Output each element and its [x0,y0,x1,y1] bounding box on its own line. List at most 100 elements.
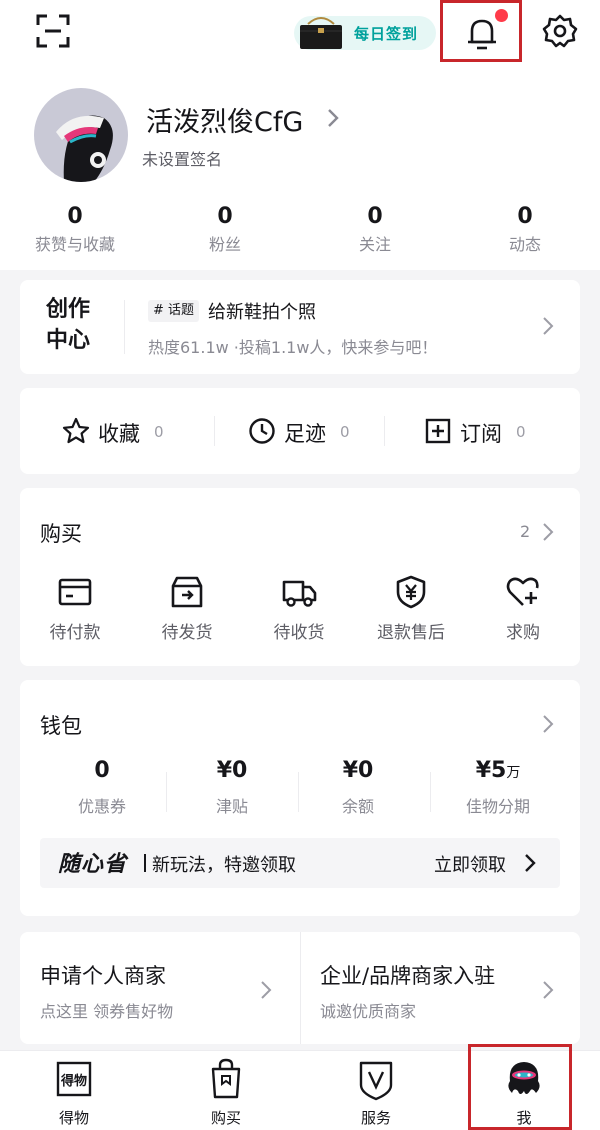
merchant-title: 企业/品牌商家入驻 [320,964,496,988]
wallet-balance[interactable]: ¥0 余额 [288,758,428,817]
clock-icon [249,418,275,444]
plus-square-icon [425,418,451,444]
stat-value: 0 [517,204,533,229]
wallet-coupons[interactable]: 0 优惠券 [32,758,172,817]
top-bar: 每日签到 [0,0,600,70]
shopping-bag-icon [211,1058,241,1099]
scan-icon[interactable] [36,14,70,48]
wallet-label: 津贴 [215,797,248,816]
stat-label: 获赞与收藏 [34,235,115,254]
stat-value: 0 [217,204,233,229]
stat-fans[interactable]: 0 粉丝 [155,204,295,255]
profile-section: 活泼烈俊CfG 未设置签名 0 获赞与收藏 0 粉丝 0 关注 0 动态 [0,70,600,270]
tab-label: 得物 [58,1109,89,1127]
wallet-card: 钱包 0 优惠券 ¥0 津贴 ¥0 余额 ¥5万 佳物分期 随心省 新玩法，特邀… [20,680,580,916]
signature-text[interactable]: 未设置签名 [142,146,222,170]
favorites-button[interactable]: 收藏 0 [62,416,192,448]
stat-value: 0 [367,204,383,229]
chevron-right-icon[interactable] [326,108,340,128]
subscriptions-button[interactable]: 订阅 0 [424,416,554,448]
promo-brand-logo: 随心省 [58,852,128,877]
chevron-right-icon[interactable] [542,714,554,734]
pending-payment-button[interactable]: 待付款 [20,574,130,643]
bell-icon[interactable] [463,15,501,53]
card-icon [58,578,92,606]
merchant-subtitle: 点这里 领券售好物 [40,1002,174,1021]
promo-claim-button[interactable]: 立即领取 [434,851,506,877]
heart-plus-icon [506,577,539,606]
divider [384,416,385,446]
favorites-count: 0 [154,423,164,441]
tab-purchase[interactable]: 购买 [166,1057,286,1128]
promo-banner[interactable]: 随心省 新玩法，特邀领取 立即领取 [40,838,560,888]
creator-center-title: 创作 中心 [46,294,102,356]
divider [144,854,146,872]
wallet-installment[interactable]: ¥5万 佳物分期 [428,758,568,817]
shield-v-icon [359,1061,393,1101]
favorites-card: 收藏 0 足迹 0 订阅 0 [20,388,580,474]
checkin-label: 每日签到 [354,25,419,43]
footprints-label: 足迹 [284,422,326,446]
tab-service[interactable]: 服务 [316,1057,436,1128]
purchase-item-label: 退款售后 [377,623,445,643]
creator-center-card[interactable]: 创作 中心 # 话题 给新鞋拍个照 热度61.1w ·投稿1.1w人，快来参与吧… [20,280,580,374]
tab-label: 购买 [210,1109,241,1127]
box-icon [171,576,203,608]
tab-home[interactable]: 得物 得物 [14,1057,134,1128]
purchase-item-label: 待收货 [273,623,325,643]
wanted-button[interactable]: 求购 [468,574,578,643]
chevron-right-icon [543,981,554,999]
stat-label: 关注 [358,235,391,254]
avatar[interactable] [34,88,128,182]
chevron-right-icon [261,981,272,999]
installment-amount: ¥5 [475,758,507,783]
purchase-item-label: 待付款 [49,623,101,643]
installment-unit: 万 [506,765,521,781]
creator-title-line1: 创作 [46,297,91,322]
wallet-value: 0 [94,758,110,783]
footprints-count: 0 [340,423,350,441]
tab-label: 服务 [360,1109,391,1127]
chevron-right-icon[interactable] [542,522,554,542]
wallet-label: 优惠券 [77,797,126,816]
merchant-subtitle: 诚邀优质商家 [320,1002,417,1021]
personal-merchant-entry[interactable]: 申请个人商家 点这里 领券售好物 [20,932,300,1044]
stat-likes[interactable]: 0 获赞与收藏 [5,204,145,255]
wallet-allowance[interactable]: ¥0 津贴 [162,758,302,817]
purchase-title[interactable]: 购买 [40,518,82,548]
wallet-label: 佳物分期 [465,797,530,816]
truck-icon [282,580,317,607]
stat-posts[interactable]: 0 动态 [455,204,595,255]
subscriptions-label: 订阅 [460,422,502,446]
purchase-count[interactable]: 2 [520,522,530,541]
dewu-logo-icon: 得物 [56,1061,92,1097]
divider [214,416,215,446]
stat-label: 动态 [508,235,541,254]
favorites-label: 收藏 [98,422,140,446]
subscriptions-count: 0 [516,423,526,441]
topic-subtitle: 热度61.1w ·投稿1.1w人，快来参与吧！ [148,338,438,357]
footprints-button[interactable]: 足迹 0 [248,416,378,448]
stat-following[interactable]: 0 关注 [305,204,445,255]
username[interactable]: 活泼烈俊CfG [146,100,303,139]
notification-highlight [440,0,522,62]
handbag-icon [300,17,342,49]
avatar-image [56,115,113,182]
stat-label: 粉丝 [208,235,241,254]
purchase-card: 购买 2 待付款 待发货 待收货 退款售后 求购 [20,488,580,666]
svg-text:得物: 得物 [60,1073,87,1089]
tab-me-highlight [468,1044,572,1130]
stat-value: 0 [67,204,83,229]
wallet-title[interactable]: 钱包 [40,710,82,740]
pending-receipt-button[interactable]: 待收货 [244,574,354,643]
merchant-title: 申请个人商家 [40,964,166,988]
daily-checkin-button[interactable]: 每日签到 [294,16,436,50]
topic-tag: # 话题 [148,300,200,322]
brand-merchant-entry[interactable]: 企业/品牌商家入驻 诚邀优质商家 [300,932,580,1044]
gear-icon[interactable] [542,13,578,49]
chevron-right-icon [543,317,554,335]
promo-text: 新玩法，特邀领取 [152,855,296,876]
pending-shipment-button[interactable]: 待发货 [132,574,242,643]
refund-aftersale-button[interactable]: 退款售后 [356,574,466,643]
divider [124,300,125,354]
